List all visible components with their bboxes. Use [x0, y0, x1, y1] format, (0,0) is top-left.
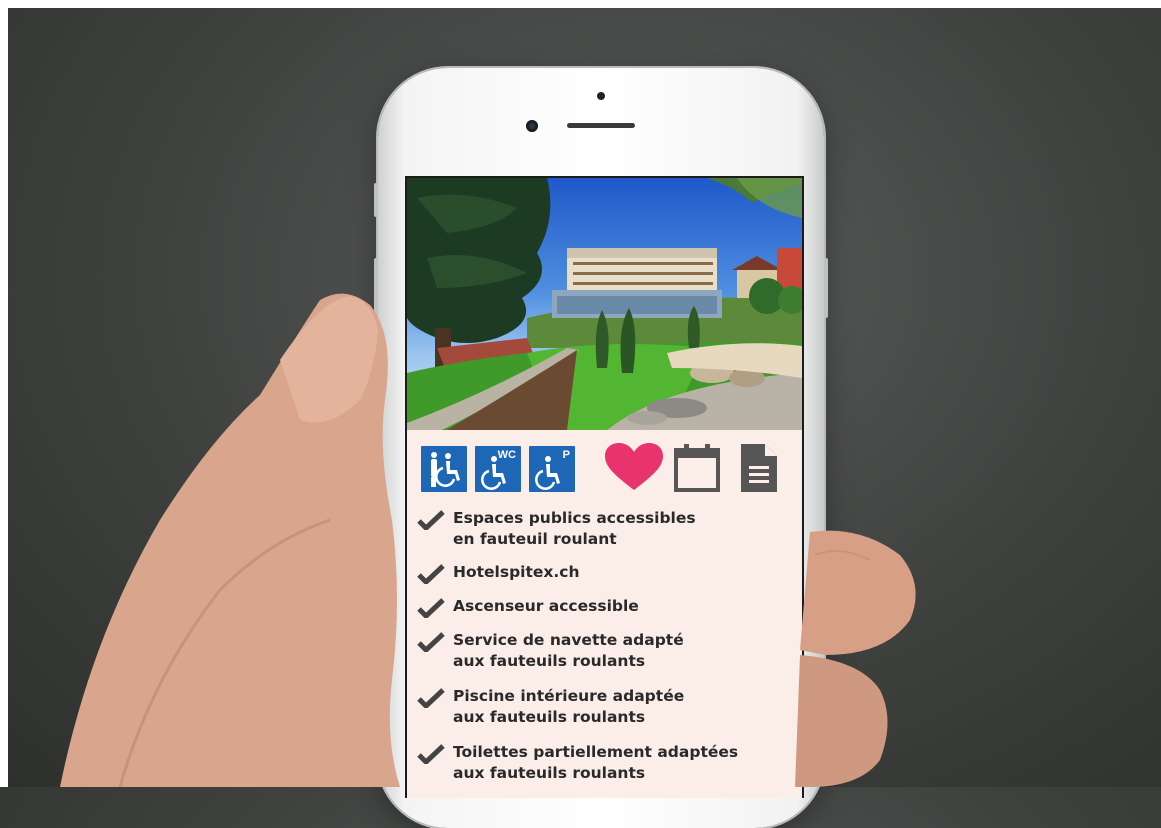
list-item: Piscine intérieure adaptée aux fauteuils… [417, 686, 684, 728]
checkmark-icon [417, 688, 445, 708]
checkmark-icon [417, 564, 445, 584]
image-border-top [0, 0, 1161, 8]
mute-switch [374, 183, 378, 217]
checkmark-icon [417, 510, 445, 530]
feature-text: Piscine intérieure adaptée aux fauteuils… [453, 687, 685, 726]
app-screen: WC P Espaces publics accessibles en faut… [405, 176, 804, 798]
front-camera [526, 120, 538, 132]
feature-text: Toilettes partiellement adaptées aux fau… [453, 743, 739, 782]
earpiece-speaker [567, 123, 635, 128]
calendar-icon[interactable] [673, 442, 721, 492]
feature-text: Ascenseur accessible [453, 597, 639, 615]
feature-text: Espaces publics accessibles en fauteuil … [453, 509, 696, 548]
power-button [824, 258, 828, 318]
list-item: Service de navette adapté aux fauteuils … [417, 630, 684, 672]
hotel-photo [407, 178, 802, 430]
list-item: Espaces publics accessibles en fauteuil … [417, 508, 696, 550]
volume-up-button [374, 258, 378, 316]
heart-icon[interactable] [603, 442, 665, 492]
list-item: Toilettes partiellement adaptées aux fau… [417, 742, 738, 784]
wheelchair-parking-icon[interactable]: P [529, 446, 575, 492]
document-icon[interactable] [737, 442, 781, 494]
wheelchair-assistance-icon[interactable] [421, 446, 467, 492]
image-border-left [0, 0, 8, 787]
feature-text: Hotelspitex.ch [453, 563, 580, 581]
list-item: Ascenseur accessible [417, 596, 639, 618]
icon-row: WC P [407, 430, 802, 500]
list-item: Hotelspitex.ch [417, 562, 580, 584]
feature-text: Service de navette adapté aux fauteuils … [453, 631, 684, 670]
checkmark-icon [417, 598, 445, 618]
checkmark-icon [417, 744, 445, 764]
proximity-sensor [597, 92, 605, 100]
checkmark-icon [417, 632, 445, 652]
hotel-photo-illustration [407, 178, 802, 430]
wheelchair-wc-icon[interactable]: WC [475, 446, 521, 492]
